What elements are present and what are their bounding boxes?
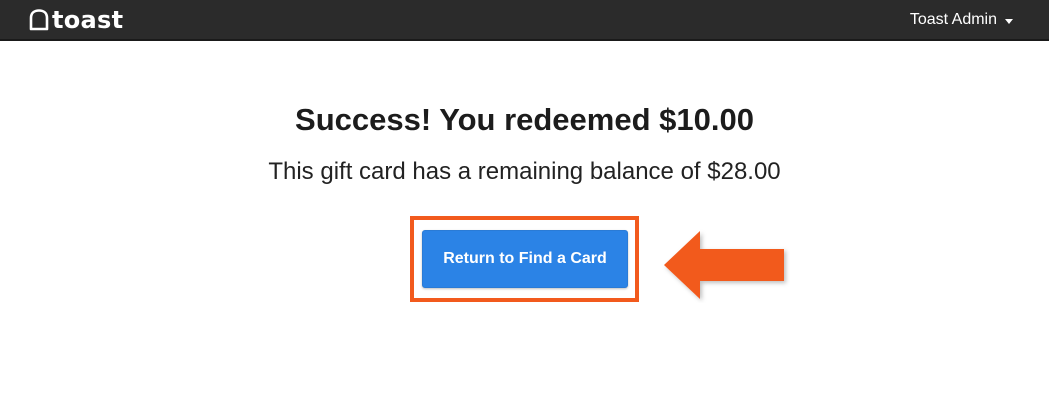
- toast-logo-icon: [29, 9, 49, 31]
- top-navigation-bar: toast Toast Admin: [0, 0, 1049, 41]
- user-menu-label: Toast Admin: [909, 11, 997, 28]
- caret-down-icon: [1005, 18, 1013, 24]
- user-menu[interactable]: Toast Admin: [910, 9, 1013, 31]
- return-to-find-a-card-button[interactable]: Return to Find a Card: [422, 230, 628, 288]
- logo-text: toast: [52, 6, 124, 34]
- remaining-balance-text: This gift card has a remaining balance o…: [268, 158, 781, 185]
- toast-logo[interactable]: toast: [28, 5, 123, 35]
- success-headline: Success! You redeemed $10.00: [295, 102, 754, 137]
- left-arrow-icon: [664, 231, 784, 299]
